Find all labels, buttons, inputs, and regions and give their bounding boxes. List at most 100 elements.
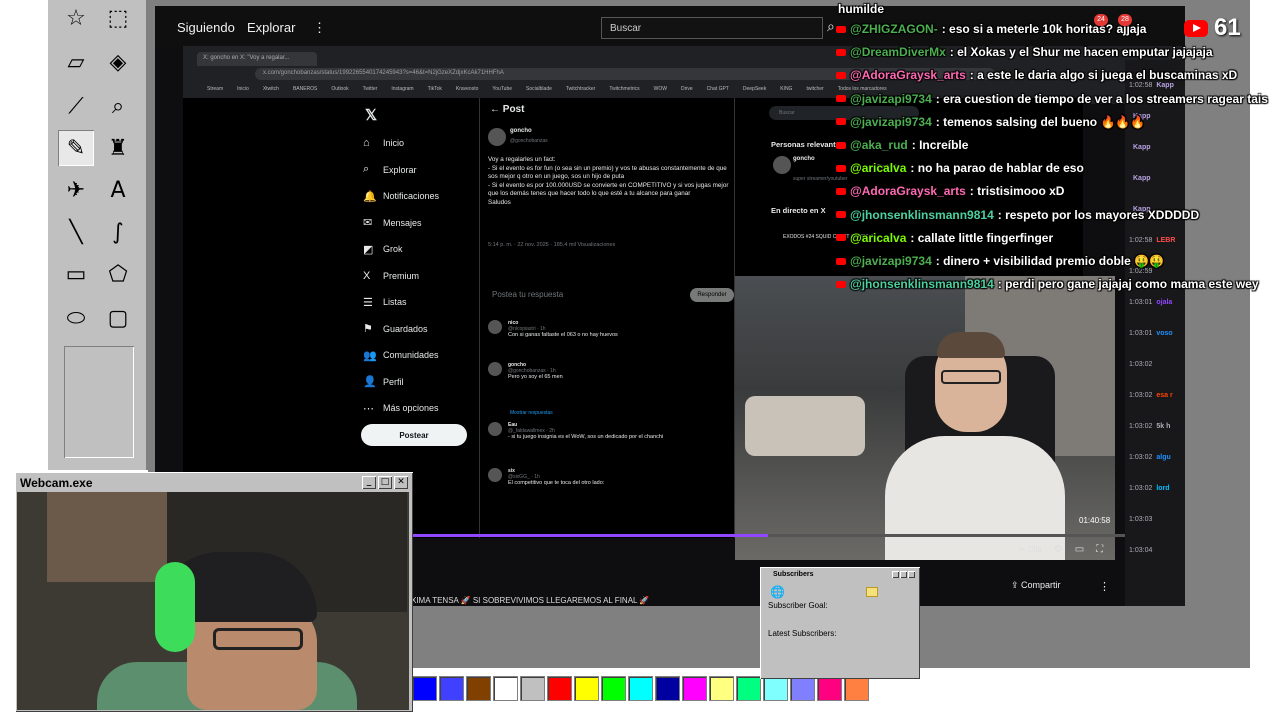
palette-swatch[interactable] [493,676,518,701]
x-nav-item[interactable]: ☰ Listas [363,289,493,316]
maximize-button[interactable] [900,571,907,578]
bookmark-item[interactable]: KING [780,86,792,92]
chat-username[interactable]: @aricalva [850,231,906,245]
avatar[interactable] [773,156,791,174]
minimize-button[interactable] [892,571,899,578]
avatar[interactable] [488,422,502,436]
bookmark-item[interactable]: Instagram [391,86,413,92]
bookmark-item[interactable]: Chat GPT [707,86,729,92]
palette-swatch[interactable] [736,676,761,701]
bookmark-item[interactable]: Kraveosto [456,86,479,92]
palette-swatch[interactable] [574,676,599,701]
nav-explorar[interactable]: Explorar [247,20,295,35]
close-button[interactable]: ✕ [394,476,408,489]
avatar[interactable] [488,362,502,376]
x-nav-item[interactable]: 👤 Perfil [363,369,493,396]
bookmark-item[interactable]: Socialblade [526,86,552,92]
bookmark-item[interactable]: Drive [681,86,693,92]
brush-icon[interactable]: ♜ [100,130,136,166]
x-nav-item[interactable]: ⋯ Más opciones [363,395,493,422]
chat-username[interactable]: @aricalva [850,161,906,175]
bookmark-item[interactable]: Twitchtracker [566,86,595,92]
zoom-icon[interactable]: ⌕ [100,88,136,124]
post-button[interactable]: Postear [361,424,467,446]
text-icon[interactable]: A [100,172,136,208]
chat-username[interactable]: @jhonsenklinsmann9814 [850,208,994,222]
palette-swatch[interactable] [412,676,437,701]
browser-tab[interactable]: X: goncho en X: "Voy a regalar... [197,52,317,66]
list-item[interactable]: six @sixGG_ · 1h El competitivo que te toc… [488,468,728,486]
airbrush-icon[interactable]: ✈ [58,172,94,208]
avatar[interactable] [488,128,506,146]
bookmark-item[interactable]: Stream [207,86,223,92]
webcam-window-title[interactable]: Webcam.exe _ □ ✕ [18,475,410,491]
side-chat-name[interactable]: algu [1156,454,1170,461]
subscribers-window-title[interactable]: Subscribers [763,570,917,579]
palette-swatch[interactable] [655,676,680,701]
search-input[interactable]: Buscar [601,17,823,39]
progress-bar[interactable] [413,534,1153,537]
rect-select-icon[interactable]: ⬚ [100,0,136,36]
side-chat-name[interactable]: ojala [1156,299,1172,306]
x-nav-item[interactable]: 🔔 Notificaciones [363,183,493,210]
curve-icon[interactable]: ∫ [100,214,136,250]
author-handle[interactable]: @gonchobanzas [510,138,548,144]
bookmark-item[interactable]: WOW [654,86,667,92]
show-replies-link[interactable]: Mostrar respuestas [510,410,553,416]
x-nav-item[interactable]: ⌂ Inicio [363,130,493,157]
eyedropper-icon[interactable]: ⟋ [58,88,94,124]
side-chat-name[interactable]: esa r [1156,392,1172,399]
nav-siguiendo[interactable]: Siguiendo [177,20,235,35]
side-chat-name[interactable]: 5k h [1156,423,1170,430]
chat-username[interactable]: @javizapi9734 [850,254,932,268]
share-button[interactable]: ⇪ Compartir [1011,580,1061,591]
side-chat-name[interactable]: Kapp [1133,175,1151,182]
polygon-icon[interactable]: ⬠ [100,256,136,292]
x-nav-item[interactable]: ⚑ Guardados [363,316,493,343]
list-item[interactable]: Eau @_faldawallmex · 2h - si tu juego insi… [488,422,728,440]
avatar[interactable] [488,468,502,482]
ellipse-icon[interactable]: ⬭ [58,300,94,336]
pencil-icon[interactable]: ✎ [58,130,94,166]
more-options-icon[interactable]: ⋮ [1099,580,1110,593]
side-chat-name[interactable]: lord [1156,485,1169,492]
palette-swatch[interactable] [790,676,815,701]
bookmark-item[interactable]: Outlook [331,86,348,92]
palette-swatch[interactable] [844,676,869,701]
relevant-name[interactable]: goncho [793,156,815,162]
x-nav-item[interactable]: ✉ Mensajes [363,210,493,237]
free-select-icon[interactable]: ☆ [58,0,94,36]
author-name[interactable]: goncho [510,128,532,134]
chat-username[interactable]: @AdoraGraysk_arts [850,184,966,198]
chat-username[interactable]: @DreamDiverMx [850,45,946,59]
chat-username[interactable]: @aka_rud [850,138,908,152]
more-options-icon[interactable]: ⋮ [313,20,326,36]
settings-icon[interactable]: ⚙ [1054,544,1063,555]
line-icon[interactable]: ╲ [58,214,94,250]
chat-username[interactable]: @AdoraGraysk_arts [850,68,966,82]
list-item[interactable]: goncho @gonchobanzas · 1h Pero yo soy el 6… [488,362,728,380]
chat-username[interactable]: @ZHIGZAGON- [850,22,938,36]
reply-button[interactable]: Responder [690,288,734,302]
palette-swatch[interactable] [709,676,734,701]
palette-swatch[interactable] [682,676,707,701]
side-chat-name[interactable]: voso [1156,330,1172,337]
bookmark-item[interactable]: Twitter [363,86,378,92]
x-logo-icon[interactable]: 𝕏 [365,106,377,124]
palette-swatch[interactable] [439,676,464,701]
bookmark-item[interactable]: Xtwitch [263,86,279,92]
minimize-button[interactable]: _ [362,476,376,489]
list-item[interactable]: nico @nicopiastri · 1h Con si ganas faltas… [488,320,728,338]
x-nav-item[interactable]: ⌕ Explorar [363,157,493,184]
search-icon[interactable]: ⌕ [827,18,835,35]
bookmark-item[interactable]: Inicio [237,86,249,92]
palette-swatch[interactable] [763,676,788,701]
x-nav-item[interactable]: 👥 Comunidades [363,342,493,369]
fullscreen-icon[interactable]: ⛶ [1096,544,1103,555]
eraser-icon[interactable]: ▱ [58,44,94,80]
clip-button[interactable]: ✂ Clip [1019,545,1042,554]
avatar[interactable] [488,320,502,334]
x-nav-item[interactable]: ◩ Grok [363,236,493,263]
chat-username[interactable]: @javizapi9734 [850,92,932,106]
chat-username[interactable]: @jhonsenklinsmann9814 [850,277,994,291]
